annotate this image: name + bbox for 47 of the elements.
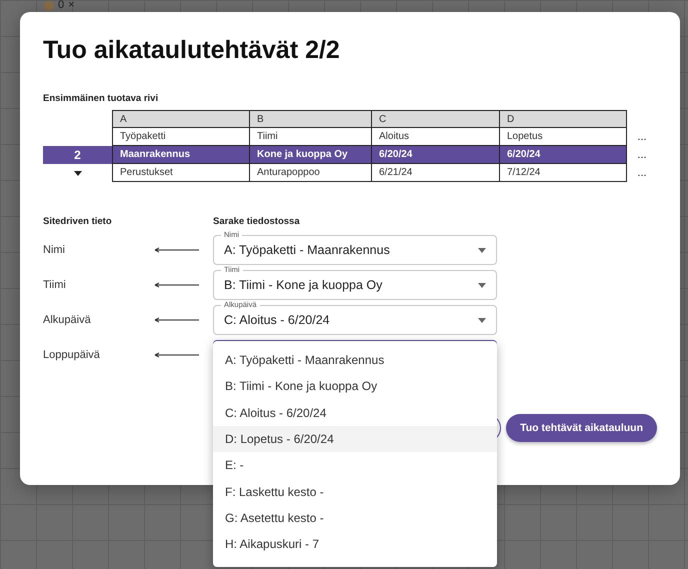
menu-option[interactable]: B: Tiimi - Kone ja kuoppa Oy [213, 373, 497, 400]
table-cell: Lopetus [500, 128, 627, 146]
dialog-title: Tuo aikataulutehtävät 2/2 [43, 36, 340, 65]
arrow-icon [153, 282, 199, 288]
field-name: Nimi [43, 244, 66, 256]
menu-option[interactable]: G: Asetettu kesto - [213, 504, 497, 532]
caret-icon [478, 318, 486, 322]
table-cell: Anturapoppoo [250, 164, 372, 182]
more-button[interactable]: ... [637, 131, 647, 143]
table-cell: 7/12/24 [500, 164, 627, 182]
table-cell: 6/20/24 [372, 146, 500, 164]
row-number: 2 [43, 146, 112, 164]
caret-down-icon [74, 170, 82, 176]
table-cell: Aloitus [372, 128, 500, 146]
table-cell: Kone ja kuoppa Oy [250, 146, 372, 164]
arrow-icon [153, 352, 199, 358]
column-heading: Sarake tiedostossa [213, 216, 301, 229]
menu-option[interactable]: A: Työpaketti - Maanrakennus [213, 347, 497, 374]
table-cell: Tiimi [250, 128, 372, 146]
table-cell: Maanrakennus [112, 146, 250, 164]
table-cell: Perustukset [112, 164, 250, 182]
menu-option[interactable]: E: - [213, 452, 497, 478]
column-header: A [112, 110, 250, 128]
menu-option[interactable]: C: Aloitus - 6/20/24 [213, 400, 497, 426]
column-heading: Sitedriven tieto [43, 216, 113, 229]
column-header: D [500, 110, 627, 128]
arrow-icon [153, 247, 199, 253]
menu-option[interactable]: D: Lopetus - 6/20/24 [213, 426, 497, 452]
arrow-icon [153, 317, 199, 323]
table-cell: 6/21/24 [372, 164, 500, 182]
counter: 0 [58, 0, 64, 11]
menu-option[interactable]: H: Aikapuskuri - 7 [213, 531, 497, 558]
column-header: B [250, 110, 372, 128]
caret-icon [478, 248, 486, 252]
field-name: Loppupäivä [43, 349, 101, 361]
table-label: Ensimmäinen tuotava rivi [43, 93, 158, 104]
more-button[interactable]: ... [637, 149, 647, 161]
field-name: Alkupäivä [43, 314, 92, 326]
caret-icon [478, 282, 486, 288]
table-cell: Työpaketti [112, 128, 250, 146]
column-header: C [372, 110, 500, 128]
import-button[interactable]: Tuo tehtävät aikatauluun [506, 414, 657, 442]
status-dot [44, 1, 54, 11]
table-cell: 6/20/24 [500, 146, 627, 164]
more-button[interactable]: ... [637, 167, 647, 179]
menu-option[interactable]: F: Laskettu kesto - [213, 478, 497, 505]
field-name: Tiimi [43, 279, 67, 291]
